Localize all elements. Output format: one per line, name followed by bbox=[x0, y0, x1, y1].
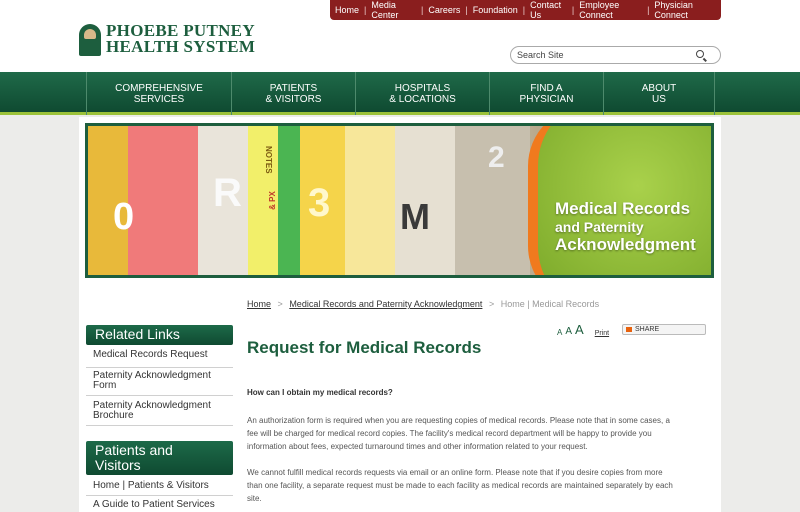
banner-title: Medical Records and Paternity Acknowledg… bbox=[555, 199, 696, 254]
search-icon[interactable] bbox=[696, 50, 704, 58]
utility-link-employee-connect[interactable]: Employee Connect bbox=[574, 0, 647, 20]
related-links-heading: Related Links bbox=[86, 325, 233, 345]
patients-visitors-heading: Patients and Visitors bbox=[86, 441, 233, 475]
hero-banner: 0 R 3 M 2 NOTES & PX Medical Records and… bbox=[85, 123, 714, 278]
nav-hospitals-locations[interactable]: HOSPITALS & LOCATIONS bbox=[355, 72, 489, 115]
share-button[interactable]: SHARE bbox=[622, 324, 706, 335]
breadcrumb-home[interactable]: Home bbox=[247, 299, 271, 309]
utility-link-media-center[interactable]: Media Center bbox=[366, 0, 421, 20]
paragraph-requests: We cannot fulfill medical records reques… bbox=[247, 468, 673, 503]
sidebar-item-patients-home[interactable]: Home | Patients & Visitors bbox=[86, 481, 233, 496]
search-input[interactable]: Search Site bbox=[510, 46, 721, 64]
font-size-medium-button[interactable]: A bbox=[565, 326, 572, 337]
nav-about-us[interactable]: ABOUT US bbox=[603, 72, 715, 115]
utility-link-contact-us[interactable]: Contact Us bbox=[525, 0, 572, 20]
utility-link-foundation[interactable]: Foundation bbox=[468, 5, 523, 15]
sidebar-item-patient-services-guide[interactable]: A Guide to Patient Services bbox=[86, 500, 233, 512]
sidebar-item-paternity-brochure[interactable]: Paternity Acknowledgment Brochure bbox=[86, 401, 233, 426]
sidebar-item-medical-records-request[interactable]: Medical Records Request bbox=[86, 350, 233, 368]
utility-nav: Home | Media Center | Careers | Foundation |… bbox=[330, 0, 721, 20]
main-nav: COMPREHENSIVE SERVICES PATIENTS & VISITORS… bbox=[0, 72, 800, 115]
utility-link-careers[interactable]: Careers bbox=[423, 5, 465, 15]
banner-glyph-r: R bbox=[213, 171, 242, 215]
utility-link-home[interactable]: Home bbox=[330, 5, 364, 15]
site-logo[interactable]: PHOEBE PUTNEY HEALTH SYSTEM bbox=[79, 22, 269, 60]
logo-heart-icon bbox=[79, 24, 101, 56]
banner-glyph-px: & PX bbox=[267, 191, 277, 210]
nav-comprehensive-services[interactable]: COMPREHENSIVE SERVICES bbox=[86, 72, 231, 115]
utility-link-physician-connect[interactable]: Physician Connect bbox=[649, 0, 721, 20]
breadcrumb: Home > Medical Records and Paternity Ack… bbox=[247, 299, 600, 309]
breadcrumb-current: Home | Medical Records bbox=[500, 299, 600, 309]
faq-question: How can I obtain my medical records? bbox=[247, 388, 393, 397]
banner-glyph-2: 2 bbox=[488, 141, 505, 174]
page-title: Request for Medical Records bbox=[247, 338, 482, 357]
breadcrumb-parent[interactable]: Medical Records and Paternity Acknowledg… bbox=[289, 299, 482, 309]
search-placeholder: Search Site bbox=[517, 50, 564, 60]
logo-line-2: HEALTH SYSTEM bbox=[106, 37, 256, 56]
banner-glyph-3: 3 bbox=[308, 181, 331, 225]
page-tools: A A A Print bbox=[557, 322, 609, 337]
print-link[interactable]: Print bbox=[595, 330, 609, 337]
banner-glyph-m: M bbox=[400, 196, 430, 237]
nav-find-a-physician[interactable]: FIND A PHYSICIAN bbox=[489, 72, 603, 115]
banner-glyph-notes: NOTES bbox=[264, 146, 273, 174]
nav-patients-visitors[interactable]: PATIENTS & VISITORS bbox=[231, 72, 355, 115]
font-size-small-button[interactable]: A bbox=[557, 328, 562, 337]
sidebar-item-paternity-form[interactable]: Paternity Acknowledgment Form bbox=[86, 371, 233, 396]
banner-glyph-0: 0 bbox=[113, 196, 135, 238]
font-size-large-button[interactable]: A bbox=[575, 322, 584, 337]
paragraph-authorization: An authorization form is required when y… bbox=[247, 416, 670, 451]
